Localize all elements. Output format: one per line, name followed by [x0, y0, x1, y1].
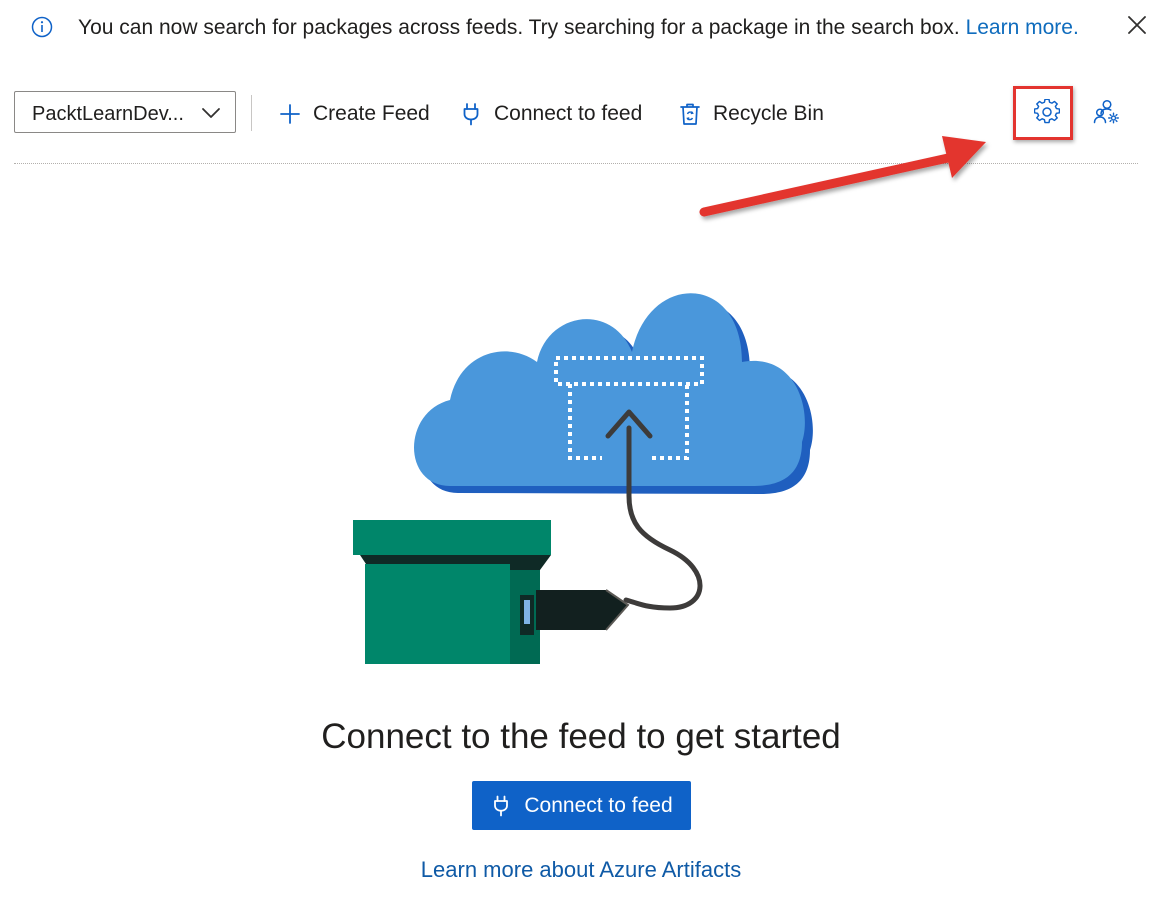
- recycle-bin-icon: [678, 102, 702, 126]
- annotation-arrow: [699, 136, 986, 217]
- users-settings-icon: [1093, 99, 1121, 130]
- banner-message-container: You can now search for packages across f…: [78, 15, 1079, 41]
- plug-connector-illustration: [536, 589, 630, 631]
- banner-learn-more-link[interactable]: Learn more.: [966, 16, 1079, 39]
- feed-permissions-button[interactable]: [1090, 97, 1124, 131]
- info-icon: [31, 16, 53, 38]
- plug-icon: [490, 795, 512, 817]
- feed-selector-value: PacktLearnDev...: [32, 103, 184, 125]
- settings-annotation-box: [1013, 86, 1073, 140]
- toolbar-divider: [251, 95, 252, 131]
- info-banner: You can now search for packages across f…: [0, 0, 1162, 56]
- empty-state-title: Connect to the feed to get started: [321, 717, 841, 756]
- create-feed-button[interactable]: Create Feed: [278, 98, 430, 130]
- connect-to-feed-label: Connect to feed: [494, 102, 643, 125]
- connect-to-feed-button[interactable]: Connect to feed: [459, 98, 642, 130]
- artifacts-illustration: [353, 293, 813, 664]
- package-box-illustration: [353, 520, 551, 664]
- recycle-bin-label: Recycle Bin: [713, 102, 824, 125]
- banner-message: You can now search for packages across f…: [78, 16, 960, 39]
- cloud-illustration: [414, 293, 813, 494]
- banner-close-button[interactable]: [1122, 12, 1152, 42]
- feed-selector-dropdown[interactable]: PacktLearnDev...: [14, 91, 236, 133]
- connect-to-feed-primary-label: Connect to feed: [524, 793, 673, 817]
- learn-more-container: Learn more about Azure Artifacts: [0, 855, 1162, 885]
- create-feed-label: Create Feed: [313, 102, 430, 125]
- recycle-bin-button[interactable]: Recycle Bin: [678, 98, 824, 130]
- plug-icon: [459, 102, 483, 126]
- plus-icon: [278, 102, 302, 126]
- connect-to-feed-primary-button[interactable]: Connect to feed: [472, 781, 691, 830]
- learn-more-azure-artifacts-link[interactable]: Learn more about Azure Artifacts: [421, 857, 741, 882]
- close-icon: [1127, 15, 1147, 40]
- chevron-down-icon: [201, 104, 221, 122]
